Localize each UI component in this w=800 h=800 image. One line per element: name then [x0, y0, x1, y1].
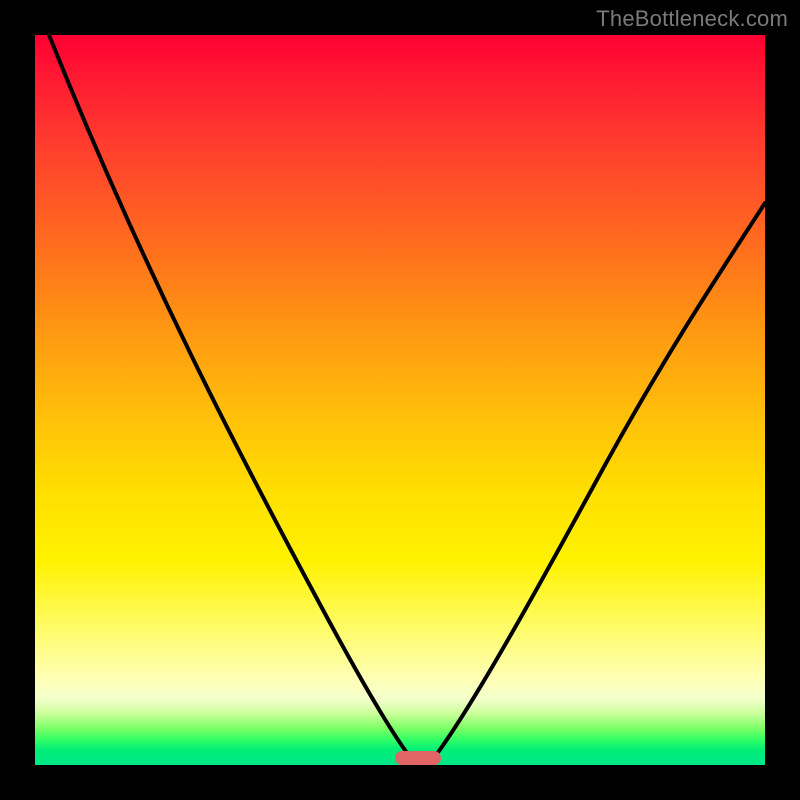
optimum-marker [395, 751, 441, 765]
curve-right [427, 203, 765, 765]
bottleneck-curves [35, 35, 765, 765]
curve-left [49, 35, 419, 765]
plot-area [35, 35, 765, 765]
watermark-text: TheBottleneck.com [596, 6, 788, 32]
chart-frame: TheBottleneck.com [0, 0, 800, 800]
